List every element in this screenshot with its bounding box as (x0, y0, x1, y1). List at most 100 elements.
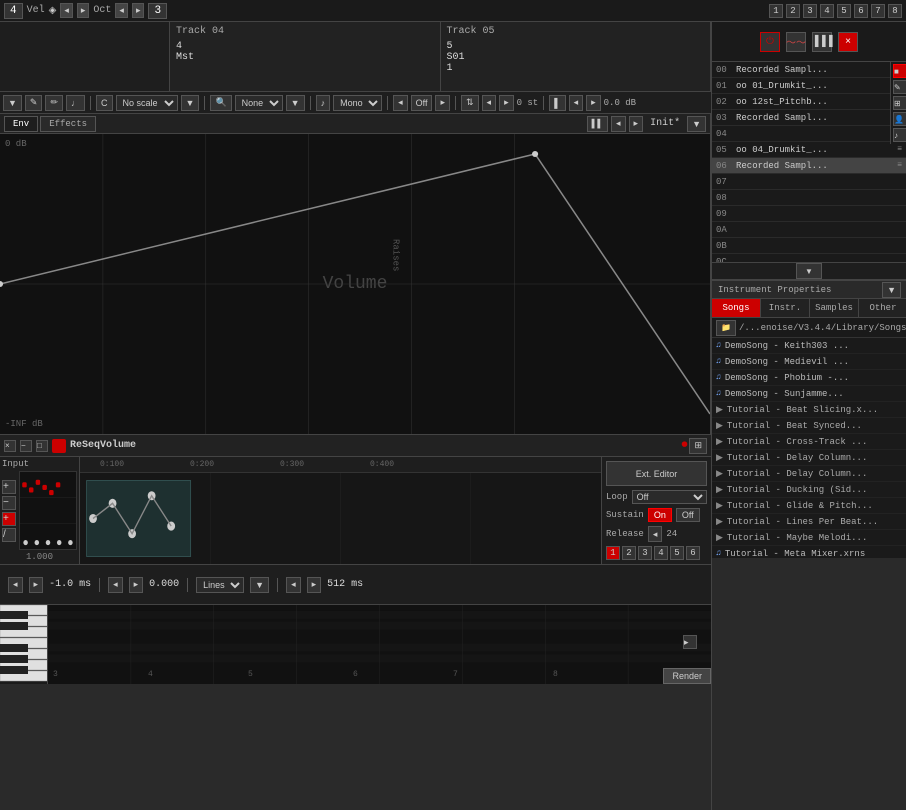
file-row-10[interactable]: ▶ Tutorial - Glide & Pitch... (712, 498, 906, 514)
track-row-06[interactable]: 06 Recorded Sampl... ≡ (712, 158, 906, 174)
track-row-08[interactable]: 08 (712, 190, 906, 206)
toolbar-pencil[interactable]: ✏ (45, 95, 63, 111)
num-btn-5[interactable]: 5 (837, 4, 851, 18)
st-arrows[interactable]: ⇅ (461, 95, 479, 111)
search-select[interactable]: None (235, 95, 283, 111)
file-row-0[interactable]: ♫ DemoSong - Keith303 ... (712, 338, 906, 354)
note-icon[interactable]: ♪ (316, 95, 331, 111)
instr-props-dropdown[interactable]: ▼ (882, 282, 901, 298)
track-row-03[interactable]: 03 Recorded Sampl... ≡ (712, 110, 906, 126)
seq-grid[interactable] (80, 473, 601, 564)
beat-number[interactable]: 4 (4, 3, 23, 19)
sustain-off-btn[interactable]: Off (676, 508, 700, 522)
ms2-right[interactable]: ▸ (307, 577, 322, 593)
file-row-9[interactable]: ▶ Tutorial - Ducking (Sid... (712, 482, 906, 498)
file-row-1[interactable]: ♫ DemoSong - Medievil ... (712, 354, 906, 370)
track-row-00[interactable]: 00 Recorded Sampl... ≡ (712, 62, 906, 78)
seq-expand[interactable]: ⊞ (689, 438, 707, 454)
render-button[interactable]: Render (663, 668, 711, 684)
num-btn-4[interactable]: 4 (820, 4, 834, 18)
file-row-13[interactable]: ♫ Tutorial - Meta Mixer.xrns (712, 546, 906, 558)
seq-num-5[interactable]: 5 (670, 546, 684, 560)
ms2-left[interactable]: ◂ (286, 577, 301, 593)
transport-bars[interactable]: ▐▐▐ (812, 32, 832, 52)
right-icon-1[interactable]: ✎ (893, 80, 906, 94)
vol-left[interactable]: ◂ (569, 95, 584, 111)
oct-right-arrow[interactable]: ▸ (132, 3, 145, 18)
file-row-8[interactable]: ▶ Tutorial - Delay Column... (712, 466, 906, 482)
file-row-5[interactable]: ▶ Tutorial - Beat Synced... (712, 418, 906, 434)
track-row-0c[interactable]: 0C (712, 254, 906, 262)
env-arrow-left[interactable]: ◂ (611, 116, 626, 132)
seq-num-3[interactable]: 3 (638, 546, 652, 560)
transport-close[interactable]: × (838, 32, 858, 52)
off-btn[interactable]: Off (411, 95, 433, 111)
track-row-07[interactable]: 07 (712, 174, 906, 190)
file-row-2[interactable]: ♫ DemoSong - Phobium -... (712, 370, 906, 386)
seq-num-2[interactable]: 2 (622, 546, 636, 560)
val-left[interactable]: ◂ (108, 577, 123, 593)
c-button[interactable]: C (96, 95, 113, 111)
file-row-12[interactable]: ▶ Tutorial - Maybe Melodi... (712, 530, 906, 546)
track-row-0a[interactable]: 0A (712, 222, 906, 238)
instr-tab-instr[interactable]: Instr. (761, 299, 810, 317)
mono-select[interactable]: Mono (333, 95, 382, 111)
num-btn-1[interactable]: 1 (769, 4, 783, 18)
ext-editor-btn[interactable]: Ext. Editor (606, 461, 707, 486)
seq-num-6[interactable]: 6 (686, 546, 700, 560)
toolbar-dropdown[interactable]: ▼ (3, 95, 22, 111)
env-arrow-right[interactable]: ▸ (629, 116, 644, 132)
transport-power[interactable]: ⏻ (760, 32, 780, 52)
piano-roll-grid[interactable]: 3 4 5 6 7 8 Render ▸ (48, 605, 711, 684)
track-scroll-down[interactable]: ▼ (712, 262, 906, 280)
right-icon-2[interactable]: ⊞ (893, 96, 906, 110)
track-row-02[interactable]: 02 oo 12st_Pitchb... ≡ (712, 94, 906, 110)
transport-wave[interactable]: 〜〜 (786, 32, 806, 52)
search-icon[interactable]: 🔍 (210, 95, 231, 111)
track-row-09[interactable]: 09 (712, 206, 906, 222)
file-row-4[interactable]: ▶ Tutorial - Beat Slicing.x... (712, 402, 906, 418)
oct-left-arrow[interactable]: ◂ (115, 3, 128, 18)
val-right[interactable]: ▸ (129, 577, 144, 593)
vol-up[interactable]: + (2, 480, 16, 494)
vol-add[interactable]: + (2, 512, 16, 526)
search-dropdown[interactable]: ▼ (286, 95, 305, 111)
right-icon-red[interactable]: ■ (893, 64, 906, 78)
preset-dropdown[interactable]: ▼ (687, 116, 706, 132)
num-btn-2[interactable]: 2 (786, 4, 800, 18)
seq-num-1[interactable]: 1 (606, 546, 620, 560)
track-row-04[interactable]: 04 (712, 126, 906, 142)
num-btn-6[interactable]: 6 (854, 4, 868, 18)
vol-div[interactable]: / (2, 528, 16, 542)
path-folder-icon[interactable]: 📁 (716, 320, 736, 336)
play-arrow-left[interactable]: ◂ (393, 95, 408, 111)
seq-max[interactable]: □ (36, 440, 48, 452)
vol-right[interactable]: ▸ (586, 95, 601, 111)
track-down-arrow[interactable]: ▼ (796, 263, 822, 279)
file-row-11[interactable]: ▶ Tutorial - Lines Per Beat... (712, 514, 906, 530)
piano-scroll-right[interactable]: ▸ (683, 635, 697, 649)
ms-left-arrow[interactable]: ◂ (8, 577, 23, 593)
oct-value[interactable]: 3 (148, 3, 167, 19)
track-row-05[interactable]: 05 oo 04_Drumkit_... ≡ (712, 142, 906, 158)
num-btn-8[interactable]: 8 (888, 4, 902, 18)
loop-select[interactable]: Off (632, 490, 707, 504)
st-left[interactable]: ◂ (482, 95, 497, 111)
sustain-on-btn[interactable]: On (648, 508, 672, 522)
right-icon-4[interactable]: ♪ (893, 128, 906, 142)
lines-select[interactable]: Lines (196, 577, 244, 593)
file-row-6[interactable]: ▶ Tutorial - Cross-Track ... (712, 434, 906, 450)
seq-min[interactable]: − (20, 440, 32, 452)
num-btn-3[interactable]: 3 (803, 4, 817, 18)
vol-icon[interactable]: ▌ (549, 95, 565, 111)
tab-env[interactable]: Env (4, 116, 38, 132)
file-row-7[interactable]: ▶ Tutorial - Delay Column... (712, 450, 906, 466)
play-arrow-right[interactable]: ▸ (435, 95, 450, 111)
vol-down[interactable]: − (2, 496, 16, 510)
ms-right-arrow[interactable]: ▸ (29, 577, 44, 593)
instr-tab-other[interactable]: Other (859, 299, 906, 317)
toolbar-edit[interactable]: ✎ (25, 95, 43, 111)
release-left[interactable]: ◂ (648, 526, 663, 542)
piano-right-arrow[interactable]: ▸ (683, 635, 697, 649)
instr-tab-samples[interactable]: Samples (810, 299, 859, 317)
